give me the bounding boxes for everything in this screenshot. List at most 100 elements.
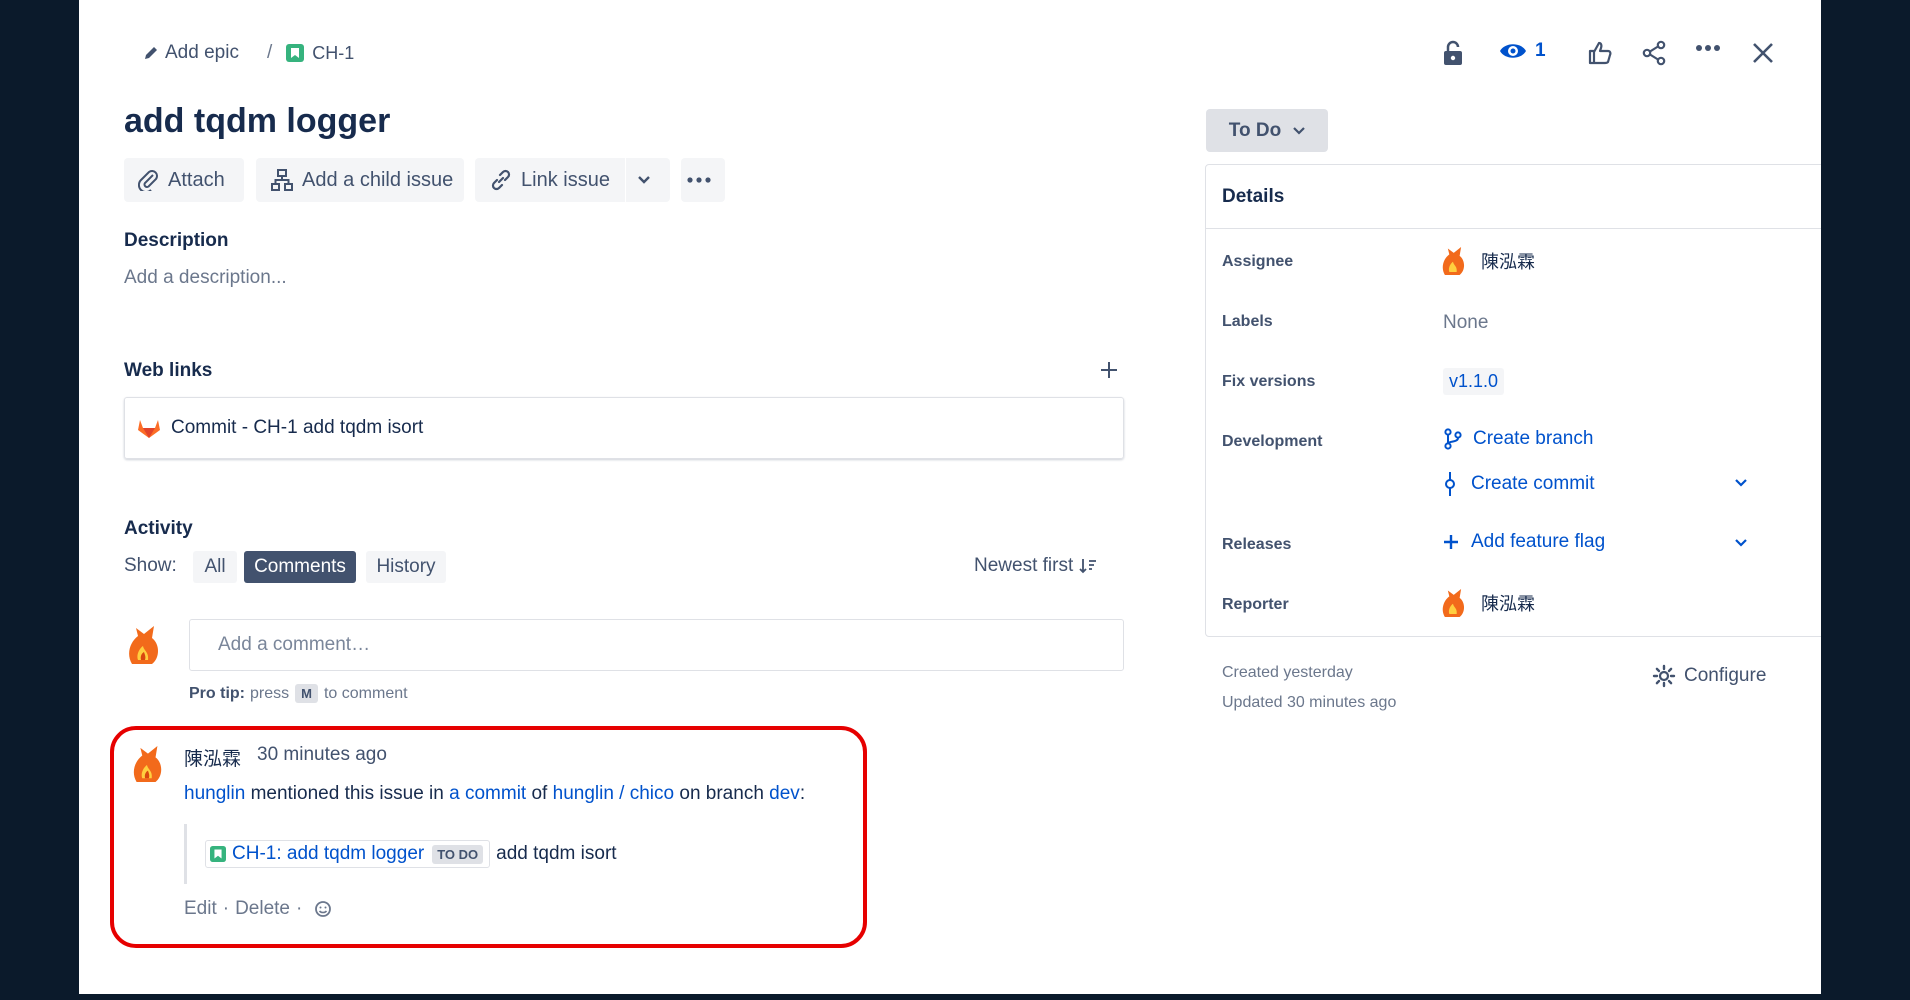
link-issue-dropdown[interactable] <box>626 158 670 202</box>
emoji-reaction-icon[interactable] <box>314 900 332 918</box>
commit-quote: CH-1: add tqdm logger TO DO add tqdm iso… <box>205 840 617 868</box>
repo-link[interactable]: hunglin / chico <box>553 783 674 804</box>
issue-key-link[interactable]: CH-1 <box>312 43 354 64</box>
fix-version-chip[interactable]: v1.1.0 <box>1443 368 1505 395</box>
web-link-label: Commit - CH-1 add tqdm isort <box>171 417 424 438</box>
like-icon[interactable] <box>1587 40 1613 66</box>
show-label: Show: <box>124 555 177 576</box>
gear-icon <box>1652 664 1676 688</box>
story-icon <box>286 44 305 62</box>
description-placeholder[interactable]: Add a description... <box>124 267 287 289</box>
description-heading: Description <box>124 230 229 251</box>
comment-colon: : <box>799 783 806 804</box>
issue-reference-chip[interactable]: CH-1: add tqdm logger TO DO <box>205 840 491 868</box>
issue-title[interactable]: add tqdm logger <box>124 102 390 141</box>
comment-input[interactable]: Add a comment… <box>189 619 1124 671</box>
issue-reference-label: CH-1: add tqdm logger <box>232 843 425 864</box>
details-heading: Details <box>1222 186 1285 207</box>
pro-tip-pre: press <box>250 684 290 702</box>
story-icon <box>210 846 226 862</box>
create-commit-label: Create commit <box>1471 473 1595 494</box>
user-link[interactable]: hunglin <box>184 783 245 804</box>
web-links-heading: Web links <box>124 360 213 381</box>
issue-status-lozenge: TO DO <box>432 844 484 864</box>
comment-time: 30 minutes ago <box>257 744 387 765</box>
comment-text-2: of <box>531 783 548 804</box>
commit-message: add tqdm isort <box>496 843 617 864</box>
commit-icon <box>1443 472 1457 496</box>
action-separator: · <box>222 898 230 919</box>
configure-button[interactable]: Configure <box>1652 664 1766 688</box>
comment-author[interactable]: 陳泓霖 <box>184 744 241 771</box>
eye-icon <box>1499 40 1527 62</box>
pro-tip-post: to comment <box>323 684 408 702</box>
create-branch-link[interactable]: Create branch <box>1443 428 1593 450</box>
close-icon[interactable] <box>1752 42 1774 64</box>
web-link-item[interactable]: Commit - CH-1 add tqdm isort <box>124 397 1124 459</box>
delete-link[interactable]: Delete <box>235 898 290 920</box>
created-date: Created yesterday <box>1222 664 1353 681</box>
add-feature-flag-link[interactable]: Add feature flag <box>1443 531 1605 553</box>
attach-label: Attach <box>168 168 225 191</box>
labels-value[interactable]: None <box>1443 312 1488 334</box>
create-branch-label: Create branch <box>1473 428 1594 449</box>
keyboard-key: M <box>295 684 318 703</box>
fix-versions-label: Fix versions <box>1222 373 1316 390</box>
sort-icon <box>1079 558 1097 574</box>
reporter-avatar <box>1439 587 1467 619</box>
updated-date: Updated 30 minutes ago <box>1222 694 1397 711</box>
edit-link[interactable]: Edit <box>184 898 217 920</box>
labels-label: Labels <box>1222 313 1273 330</box>
action-separator: · <box>296 898 303 919</box>
filter-comments[interactable]: Comments <box>244 551 356 583</box>
chevron-down-icon <box>1293 126 1305 135</box>
more-actions-icon[interactable] <box>1695 44 1721 52</box>
reporter-label: Reporter <box>1222 596 1289 613</box>
add-web-link-icon[interactable] <box>1099 360 1119 380</box>
comment-body: hunglin mentioned this issue in a commit… <box>184 783 805 805</box>
commit-link[interactable]: a commit <box>449 783 526 804</box>
filter-history[interactable]: History <box>366 551 446 583</box>
watch-count: 1 <box>1535 40 1546 61</box>
attach-button[interactable]: Attach <box>124 158 244 202</box>
releases-expand-icon[interactable] <box>1734 538 1748 548</box>
assignee-field[interactable]: 陳泓霖 <box>1439 245 1535 277</box>
gitlab-icon <box>137 417 161 439</box>
more-toolbar-button[interactable] <box>681 158 725 202</box>
share-icon[interactable] <box>1641 40 1667 66</box>
comment-actions: Edit · Delete · <box>184 898 332 920</box>
activity-heading: Activity <box>124 518 193 539</box>
add-feature-flag-label: Add feature flag <box>1471 531 1606 552</box>
lock-icon[interactable] <box>1441 40 1465 66</box>
filter-all[interactable]: All <box>193 551 237 583</box>
quote-bar <box>184 824 187 884</box>
sort-button[interactable]: Newest first <box>974 555 1097 577</box>
add-child-issue-button[interactable]: Add a child issue <box>256 158 464 202</box>
assignee-label: Assignee <box>1222 253 1294 270</box>
create-commit-link[interactable]: Create commit <box>1443 472 1595 496</box>
breadcrumb-separator: / <box>266 42 273 63</box>
breadcrumb: Add epic / CH-1 <box>143 42 354 64</box>
branch-link[interactable]: dev <box>769 783 800 804</box>
comment-header: 陳泓霖 30 minutes ago <box>184 744 387 771</box>
comment-author-avatar <box>129 744 165 789</box>
status-dropdown[interactable]: To Do <box>1206 109 1328 152</box>
development-label: Development <box>1222 433 1323 450</box>
watch-button[interactable]: 1 <box>1499 40 1546 62</box>
sort-label: Newest first <box>974 555 1074 576</box>
add-child-label: Add a child issue <box>302 168 454 191</box>
configure-label: Configure <box>1684 665 1767 686</box>
branch-icon <box>1443 428 1463 450</box>
details-panel: Details Assignee 陳泓霖 Labels None Fix ver… <box>1205 164 1821 637</box>
add-epic-link[interactable]: Add epic <box>165 42 239 64</box>
plus-icon <box>1443 534 1459 550</box>
reporter-field[interactable]: 陳泓霖 <box>1439 587 1535 619</box>
link-issue-button[interactable]: Link issue <box>475 158 625 202</box>
more-icon <box>687 177 719 183</box>
details-header[interactable]: Details <box>1206 165 1821 229</box>
development-expand-icon[interactable] <box>1734 478 1748 488</box>
status-label: To Do <box>1228 119 1282 141</box>
releases-label: Releases <box>1222 536 1292 553</box>
reporter-name: 陳泓霖 <box>1481 594 1535 614</box>
pencil-icon <box>143 45 159 61</box>
